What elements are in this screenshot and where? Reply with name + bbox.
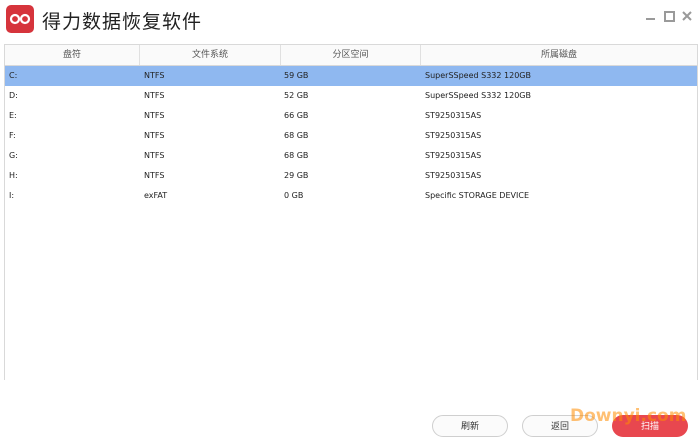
cell-drive: D:	[9, 91, 18, 100]
cell-drive: G:	[9, 151, 18, 160]
cell-drive: E:	[9, 111, 17, 120]
cell-disk: ST9250315AS	[425, 111, 482, 120]
maximize-button[interactable]	[663, 10, 675, 22]
scan-button[interactable]: 扫描	[612, 415, 688, 437]
cell-drive: F:	[9, 131, 16, 140]
table-row[interactable]: E: NTFS 66 GB ST9250315AS	[5, 106, 697, 126]
cell-disk: Specific STORAGE DEVICE	[425, 191, 529, 200]
cell-size: 68 GB	[284, 151, 309, 160]
column-header-size[interactable]: 分区空间	[281, 45, 421, 65]
cell-disk: ST9250315AS	[425, 131, 482, 140]
table-row[interactable]: I: exFAT 0 GB Specific STORAGE DEVICE	[5, 186, 697, 206]
cell-filesystem: NTFS	[144, 91, 165, 100]
cell-filesystem: NTFS	[144, 171, 165, 180]
app-logo-icon	[6, 5, 34, 33]
cell-size: 29 GB	[284, 171, 309, 180]
back-button[interactable]: 返回	[522, 415, 598, 437]
table-row[interactable]: F: NTFS 68 GB ST9250315AS	[5, 126, 697, 146]
refresh-button[interactable]: 刷新	[432, 415, 508, 437]
partition-table: 盘符 文件系统 分区空间 所属磁盘 C: NTFS 59 GB SuperSSpeed…	[4, 44, 698, 382]
table-row[interactable]: H: NTFS 29 GB ST9250315AS	[5, 166, 697, 186]
cell-filesystem: exFAT	[144, 191, 168, 200]
table-row[interactable]: C: NTFS 59 GB SuperSSpeed S332 120GB	[5, 66, 697, 86]
table-row[interactable]: G: NTFS 68 GB ST9250315AS	[5, 146, 697, 166]
cell-size: 59 GB	[284, 71, 309, 80]
cell-disk: ST9250315AS	[425, 151, 482, 160]
minimize-button[interactable]	[645, 10, 657, 22]
cell-filesystem: NTFS	[144, 111, 165, 120]
column-header-filesystem[interactable]: 文件系统	[140, 45, 281, 65]
cell-size: 52 GB	[284, 91, 309, 100]
cell-size: 68 GB	[284, 131, 309, 140]
cell-drive: I:	[9, 191, 15, 200]
cell-size: 66 GB	[284, 111, 309, 120]
cell-disk: SuperSSpeed S332 120GB	[425, 91, 531, 100]
table-header: 盘符 文件系统 分区空间 所属磁盘	[5, 45, 697, 66]
app-title: 得力数据恢复软件	[42, 11, 203, 33]
cell-filesystem: NTFS	[144, 151, 165, 160]
column-header-drive[interactable]: 盘符	[5, 45, 140, 65]
close-icon	[682, 11, 692, 21]
cell-drive: C:	[9, 71, 18, 80]
cell-filesystem: NTFS	[144, 131, 165, 140]
column-header-disk[interactable]: 所属磁盘	[421, 45, 697, 65]
cell-filesystem: NTFS	[144, 71, 165, 80]
close-button[interactable]	[681, 10, 693, 22]
title-bar: 得力数据恢复软件	[0, 0, 700, 38]
footer-bar: 刷新 返回 扫描 Downyi.com	[0, 380, 700, 441]
cell-disk: ST9250315AS	[425, 171, 482, 180]
cell-disk: SuperSSpeed S332 120GB	[425, 71, 531, 80]
cell-drive: H:	[9, 171, 18, 180]
table-row[interactable]: D: NTFS 52 GB SuperSSpeed S332 120GB	[5, 86, 697, 106]
cell-size: 0 GB	[284, 191, 304, 200]
